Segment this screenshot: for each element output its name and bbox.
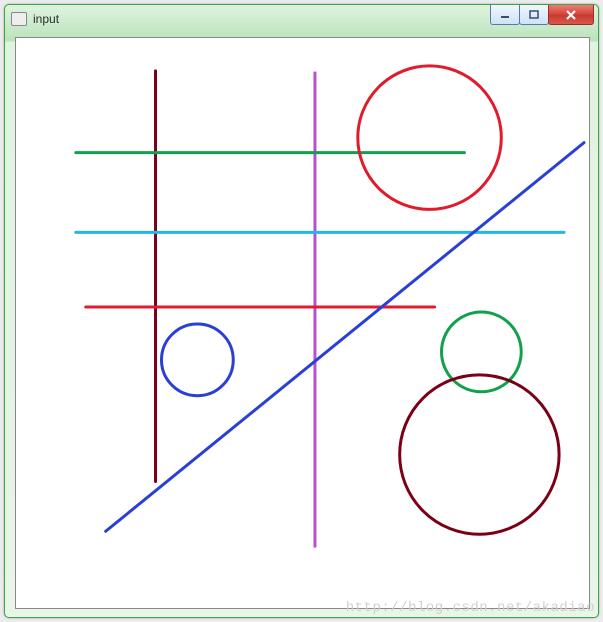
app-window: input — [4, 4, 599, 618]
drawing-canvas — [16, 38, 589, 608]
close-button[interactable] — [548, 5, 594, 25]
titlebar[interactable]: input — [5, 5, 598, 33]
circle-red-top — [358, 66, 501, 209]
close-icon — [565, 10, 577, 20]
app-icon — [11, 12, 27, 26]
client-area — [15, 37, 590, 609]
minimize-icon — [500, 10, 510, 20]
maximize-icon — [529, 10, 539, 20]
line-blue-diagonal — [106, 143, 584, 532]
circle-darkred-large — [400, 375, 559, 534]
minimize-button[interactable] — [490, 5, 520, 25]
circle-blue-small — [161, 324, 233, 396]
window-title: input — [33, 12, 59, 26]
maximize-button[interactable] — [519, 5, 549, 25]
window-controls — [491, 5, 594, 25]
